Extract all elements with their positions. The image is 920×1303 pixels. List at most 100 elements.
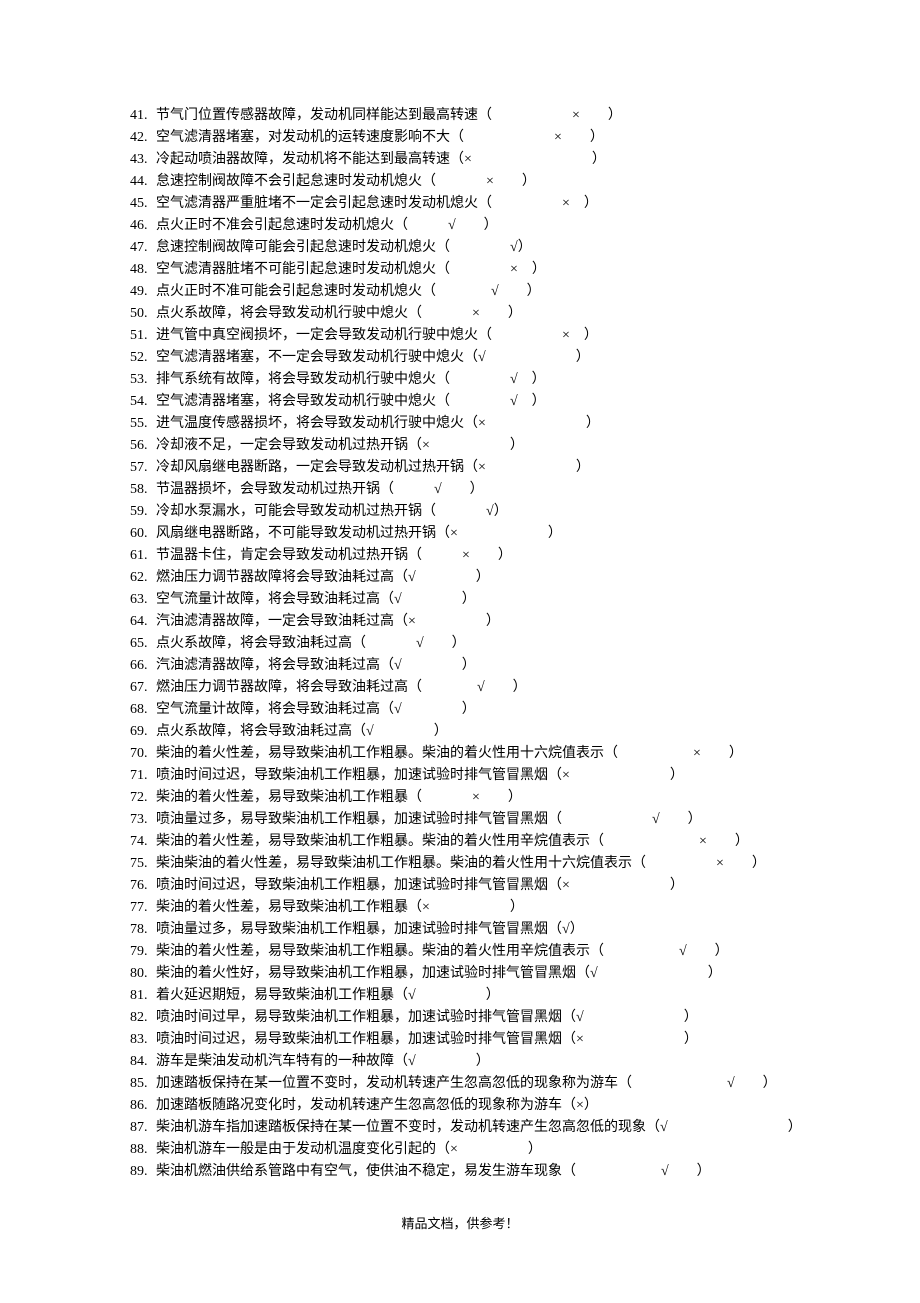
closing-bracket: ） (486, 988, 500, 1003)
question-number: 47. (130, 237, 156, 259)
closing-bracket: ） (586, 416, 600, 431)
question-number: 76. (130, 875, 156, 897)
question-line: 74.柴油的着火性差，易导致柴油机工作粗暴。柴油的着火性用辛烷值表示（× ） (130, 831, 790, 853)
question-line: 56.冷却液不足，一定会导致发动机过热开锅（×） (130, 435, 790, 457)
document-page: 41.节气门位置传感器故障，发动机同样能达到最高转速（× ）42.空气滤清器堵塞… (0, 0, 920, 1272)
question-line: 81.着火延迟期短，易导致柴油机工作粗暴（√） (130, 985, 790, 1007)
question-text: 点火系故障，将会导致油耗过高（ (156, 636, 366, 651)
question-line: 46.点火正时不准会引起怠速时发动机熄火（√ ） (130, 215, 790, 237)
question-line: 41.节气门位置传感器故障，发动机同样能达到最高转速（× ） (130, 105, 790, 127)
closing-bracket: ） (592, 152, 606, 167)
question-line: 60.风扇继电器断路，不可能导致发动机过热开锅（×） (130, 523, 790, 545)
question-line: 44.怠速控制阀故障不会引起怠速时发动机熄火（× ） (130, 171, 790, 193)
question-line: 89.柴油机燃油供给系管路中有空气，使供油不稳定，易发生游车现象（√ ） (130, 1161, 790, 1183)
answer-mark: × (510, 259, 518, 281)
question-list: 41.节气门位置传感器故障，发动机同样能达到最高转速（× ）42.空气滤清器堵塞… (130, 105, 790, 1183)
question-text: 空气滤清器脏堵不可能引起怠速时发动机熄火（ (156, 262, 450, 277)
closing-bracket: ） (480, 306, 522, 321)
question-text: 燃油压力调节器故障将会导致油耗过高（√ (156, 570, 416, 585)
closing-bracket: ） (684, 1010, 698, 1025)
closing-bracket: ） (669, 1164, 711, 1179)
question-text: 喷油时间过早，易导致柴油机工作粗暴，加速试验时排气管冒黑烟（√ (156, 1010, 584, 1025)
question-line: 75.柴油柴油的着火性差，易导致柴油机工作粗暴。柴油的着火性用十六烷值表示（× … (130, 853, 790, 875)
closing-bracket: ） (442, 482, 484, 497)
question-number: 45. (130, 193, 156, 215)
question-line: 57.冷却风扇继电器断路，一定会导致发动机过热开锅（×） (130, 457, 790, 479)
closing-bracket: ） (660, 812, 702, 827)
closing-bracket: ） (707, 834, 749, 849)
closing-bracket: ） (735, 1076, 777, 1091)
question-text: 冷却水泵漏水，可能会导致发动机过热开锅（ (156, 504, 436, 519)
question-text: 柴油的着火性差，易导致柴油机工作粗暴。柴油的着火性用辛烷值表示（ (156, 834, 604, 849)
question-line: 52.空气滤清器堵塞，不一定会导致发动机行驶中熄火（√） (130, 347, 790, 369)
question-number: 81. (130, 985, 156, 1007)
answer-mark: × (554, 127, 562, 149)
question-number: 71. (130, 765, 156, 787)
question-text: 喷油时间过迟，导致柴油机工作粗暴，加速试验时排气管冒黑烟（× (156, 768, 570, 783)
question-number: 54. (130, 391, 156, 413)
question-number: 72. (130, 787, 156, 809)
question-text: 汽油滤清器故障，一定会导致油耗过高（× (156, 614, 416, 629)
answer-mark: × (562, 325, 570, 347)
question-text: 加速踏板保持在某一位置不变时，发动机转速产生忽高忽低的现象称为游车（ (156, 1076, 632, 1091)
closing-bracket: ） (684, 1032, 698, 1047)
closing-bracket: ） (499, 284, 541, 299)
question-line: 76.喷油时间过迟，导致柴油机工作粗暴，加速试验时排气管冒黑烟（×） (130, 875, 790, 897)
closing-bracket: ） (576, 350, 590, 365)
question-number: 87. (130, 1117, 156, 1139)
closing-bracket: ） (510, 438, 524, 453)
question-line: 67.燃油压力调节器故障，将会导致油耗过高（√ ） (130, 677, 790, 699)
question-text: 怠速控制阀故障可能会引起怠速时发动机熄火（ (156, 240, 450, 255)
closing-bracket: ） (462, 592, 476, 607)
question-text: 喷油量过多，易导致柴油机工作粗暴，加速试验时排气管冒黑烟（ (156, 812, 562, 827)
closing-bracket: ） (788, 1120, 802, 1135)
question-line: 78.喷油量过多，易导致柴油机工作粗暴，加速试验时排气管冒黑烟（√） (130, 919, 790, 941)
question-text: 柴油机燃油供给系管路中有空气，使供油不稳定，易发生游车现象（ (156, 1164, 576, 1179)
answer-mark: × (562, 193, 570, 215)
closing-bracket: ） (494, 504, 508, 519)
question-number: 69. (130, 721, 156, 743)
question-number: 82. (130, 1007, 156, 1029)
question-number: 89. (130, 1161, 156, 1183)
question-text: 空气流量计故障，将会导致油耗过高（√ (156, 592, 402, 607)
question-number: 68. (130, 699, 156, 721)
question-text: 柴油的着火性差，易导致柴油机工作粗暴（× (156, 900, 430, 915)
question-line: 72.柴油的着火性差，易导致柴油机工作粗暴（× ） (130, 787, 790, 809)
answer-mark: √ (727, 1073, 735, 1095)
question-number: 86. (130, 1095, 156, 1117)
question-text: 空气流量计故障，将会导致油耗过高（√ (156, 702, 402, 717)
closing-bracket: ） (486, 614, 500, 629)
question-number: 70. (130, 743, 156, 765)
question-line: 86.加速踏板随路况变化时，发动机转速产生忽高忽低的现象称为游车（×） (130, 1095, 790, 1117)
question-line: 68.空气流量计故障，将会导致油耗过高（√） (130, 699, 790, 721)
question-line: 63.空气流量计故障，将会导致油耗过高（√） (130, 589, 790, 611)
question-line: 88.柴油机游车一般是由于发动机温度变化引起的（×） (130, 1139, 790, 1161)
closing-bracket: ） (570, 196, 598, 211)
question-line: 64.汽油滤清器故障，一定会导致油耗过高（×） (130, 611, 790, 633)
question-number: 77. (130, 897, 156, 919)
closing-bracket: ） (576, 460, 590, 475)
answer-mark: √ (679, 941, 687, 963)
question-number: 42. (130, 127, 156, 149)
question-text: 冷起动喷油器故障，发动机将不能达到最高转速（× (156, 152, 472, 167)
closing-bracket: ） (424, 636, 466, 651)
question-number: 56. (130, 435, 156, 457)
question-text: 空气滤清器堵塞，不一定会导致发动机行驶中熄火（√ (156, 350, 486, 365)
question-text: 进气温度传感器损坏，将会导致发动机行驶中熄火（× (156, 416, 486, 431)
closing-bracket: ） (570, 922, 584, 937)
question-line: 48.空气滤清器脏堵不可能引起怠速时发动机熄火（× ） (130, 259, 790, 281)
question-number: 65. (130, 633, 156, 655)
question-text: 燃油压力调节器故障，将会导致油耗过高（ (156, 680, 422, 695)
question-text: 进气管中真空阀损坏，一定会导致发动机行驶中熄火（ (156, 328, 492, 343)
question-line: 47.怠速控制阀故障可能会引起怠速时发动机熄火（√） (130, 237, 790, 259)
question-line: 65.点火系故障，将会导致油耗过高（√ ） (130, 633, 790, 655)
question-text: 空气滤清器堵塞，对发动机的运转速度影响不大（ (156, 130, 464, 145)
question-text: 点火正时不准可能会引起怠速时发动机熄火（ (156, 284, 436, 299)
question-line: 77.柴油的着火性差，易导致柴油机工作粗暴（×） (130, 897, 790, 919)
question-text: 点火系故障，将会导致发动机行驶中熄火（ (156, 306, 422, 321)
closing-bracket: ） (485, 680, 527, 695)
question-number: 51. (130, 325, 156, 347)
question-number: 67. (130, 677, 156, 699)
answer-mark: √ (510, 369, 518, 391)
question-number: 62. (130, 567, 156, 589)
